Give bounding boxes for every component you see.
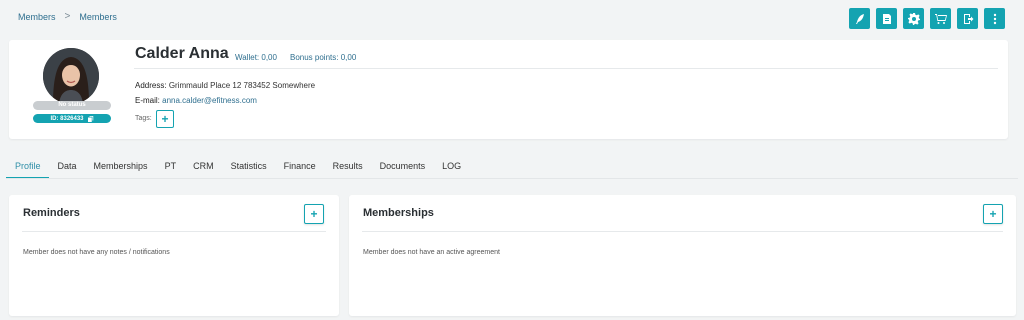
email-row: E-mail: anna.calder@efitness.com — [135, 96, 257, 105]
profile-divider — [134, 68, 998, 69]
reminders-empty-message: Member does not have any notes / notific… — [23, 249, 170, 256]
tab-crm[interactable]: CRM — [184, 158, 222, 179]
reminders-divider — [22, 231, 326, 232]
tab-documents[interactable]: Documents — [371, 158, 434, 179]
tab-statistics[interactable]: Statistics — [222, 158, 275, 179]
settings-button[interactable] — [903, 8, 924, 29]
tab-results[interactable]: Results — [324, 158, 371, 179]
address-row: Address: Grimmauld Place 12 783452 Somew… — [135, 81, 315, 90]
breadcrumb-item-members-current[interactable]: Members — [79, 12, 117, 22]
more-button[interactable] — [984, 8, 1005, 29]
copy-icon — [87, 115, 93, 122]
tab-profile[interactable]: Profile — [6, 158, 49, 179]
exit-icon — [963, 13, 973, 24]
member-profile-card: No status ID: 8326433 Calder Anna Wallet… — [9, 40, 1008, 139]
member-name: Calder Anna — [135, 45, 229, 62]
document-icon — [882, 13, 891, 24]
member-photo — [43, 48, 99, 104]
shop-button[interactable] — [930, 8, 951, 29]
memberships-panel: Memberships + Member does not have an ac… — [349, 195, 1016, 316]
memberships-divider — [362, 231, 1003, 232]
reminders-panel: Reminders + Member does not have any not… — [9, 195, 339, 316]
member-id-label: ID: 8326433 — [50, 115, 84, 122]
member-id-badge[interactable]: ID: 8326433 — [33, 114, 111, 123]
reminders-title: Reminders — [23, 207, 80, 219]
more-vertical-icon — [993, 13, 996, 24]
documents-button[interactable] — [876, 8, 897, 29]
memberships-title: Memberships — [363, 207, 434, 219]
breadcrumb-item-members[interactable]: Members — [18, 12, 56, 22]
tab-pt[interactable]: PT — [156, 158, 185, 179]
tab-finance[interactable]: Finance — [275, 158, 324, 179]
add-reminder-button[interactable]: + — [304, 204, 324, 224]
wallet-link[interactable]: Wallet: 0,00 — [235, 53, 277, 62]
address-label: Address: — [135, 81, 167, 90]
action-toolbar — [849, 8, 1005, 29]
feather-icon — [855, 13, 864, 24]
gear-icon — [907, 12, 920, 25]
add-membership-button[interactable]: + — [983, 204, 1003, 224]
add-tag-button[interactable]: + — [156, 110, 174, 128]
email-label: E-mail: — [135, 96, 160, 105]
email-link[interactable]: anna.calder@efitness.com — [162, 96, 257, 105]
address-value: Grimmauld Place 12 783452 Somewhere — [168, 81, 316, 90]
cart-icon — [934, 13, 947, 24]
breadcrumb: Members > Members — [18, 11, 117, 22]
avatar[interactable] — [43, 48, 99, 104]
tab-log[interactable]: LOG — [433, 158, 469, 179]
tab-data[interactable]: Data — [49, 158, 85, 179]
profile-tabs: Profile Data Memberships PT CRM Statisti… — [6, 158, 469, 179]
exit-button[interactable] — [957, 8, 978, 29]
edit-button[interactable] — [849, 8, 870, 29]
tabs-divider — [6, 178, 1018, 179]
bonus-points-link[interactable]: Bonus points: 0,00 — [290, 53, 356, 62]
memberships-empty-message: Member does not have an active agreement — [363, 249, 500, 256]
tab-memberships[interactable]: Memberships — [85, 158, 156, 179]
status-badge: No status — [33, 101, 111, 110]
tags-label: Tags: — [135, 115, 152, 122]
breadcrumb-separator: > — [64, 11, 71, 22]
